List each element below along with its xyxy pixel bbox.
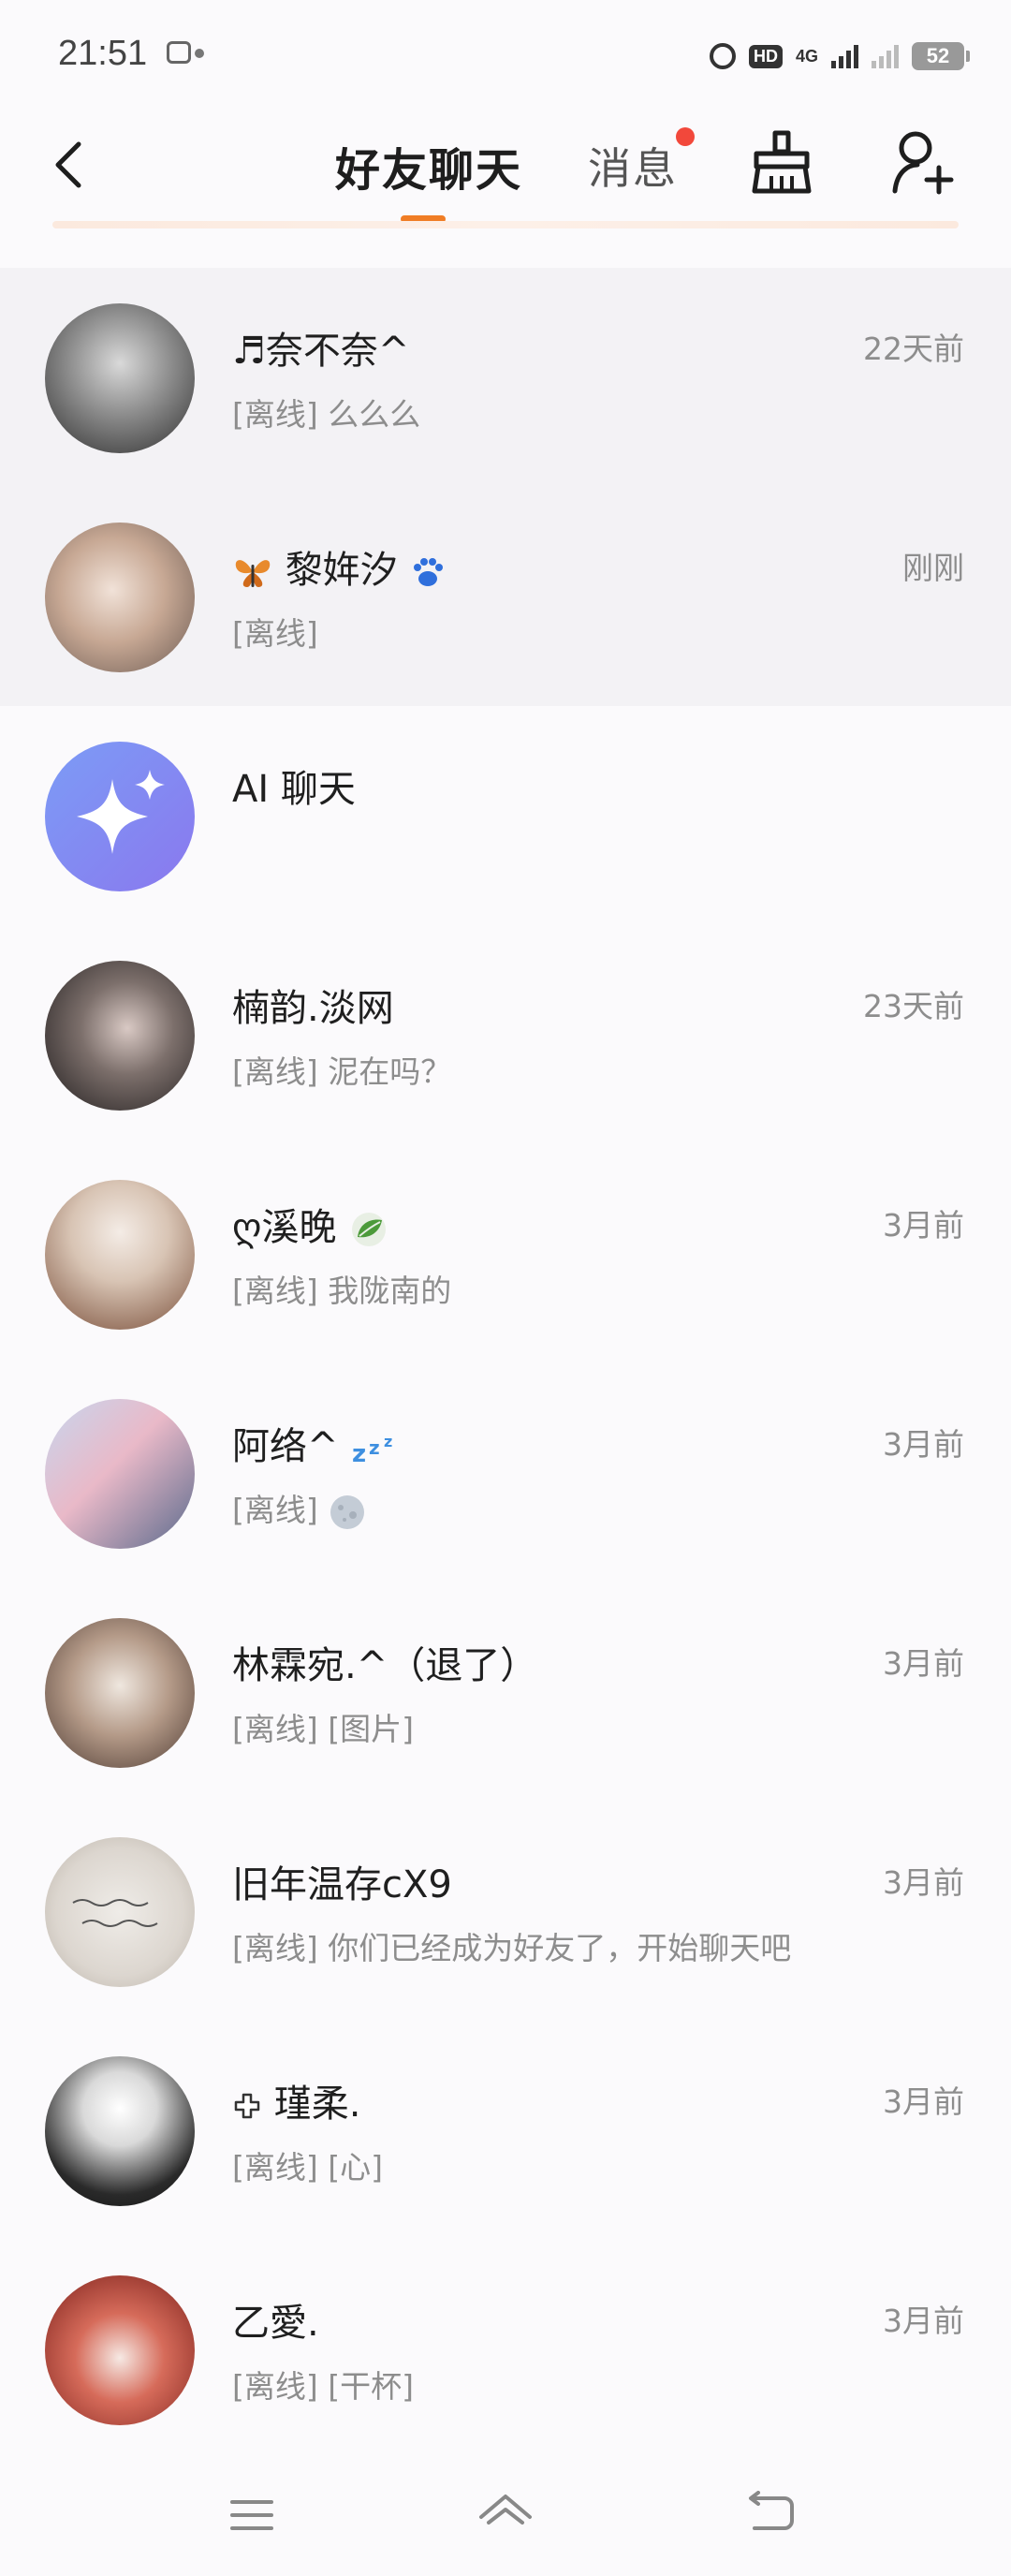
avatar xyxy=(45,303,195,453)
status-icons: HD 4G 52 xyxy=(709,37,970,75)
avatar xyxy=(45,1399,195,1549)
clean-broom-icon[interactable] xyxy=(749,124,814,199)
chat-item[interactable]: 阿络^ zzz 3月前 [离线] xyxy=(0,1363,1011,1582)
last-message-row: [离线] xyxy=(232,1485,367,1532)
status-time: 21:51 xyxy=(58,34,148,73)
ai-chat-avatar xyxy=(45,742,195,891)
avatar xyxy=(45,2056,195,2206)
butterfly-icon xyxy=(235,560,271,587)
last-message: [离线] 么么么 xyxy=(232,396,421,433)
paw-icon xyxy=(414,558,444,586)
chat-item[interactable]: 瑾柔. 3月前 [离线] [心] xyxy=(0,2021,1011,2240)
contact-name: 阿络^ xyxy=(232,1425,339,1468)
chat-time: 3月前 xyxy=(883,2303,964,2339)
avatar xyxy=(45,1618,195,1768)
chat-item[interactable]: 旧年温存cX9 3月前 [离线] 你们已经成为好友了，开始聊天吧 xyxy=(0,1802,1011,2021)
chat-list: ♬奈不奈^ 22天前 [离线] 么么么 黎姩汐 刚刚 [离线] AI 聊天 楠韵… xyxy=(0,268,1011,2459)
svg-text:z: z xyxy=(352,1440,366,1467)
chat-item[interactable]: 乙愛. 3月前 [离线] [干杯] xyxy=(0,2240,1011,2459)
last-message: [离线] [心] xyxy=(232,2149,383,2186)
add-friend-icon[interactable] xyxy=(889,124,955,199)
tab-friend-chat[interactable]: 好友聊天 xyxy=(335,133,522,199)
avatar xyxy=(45,523,195,672)
sparkle-icon xyxy=(77,770,165,854)
contact-name: 黎姩汐 xyxy=(285,549,398,592)
chat-item[interactable]: 黎姩汐 刚刚 [离线] xyxy=(0,487,1011,706)
signal-icon xyxy=(831,44,858,68)
chat-item[interactable]: 林霖宛.^（退了） 3月前 [离线] [图片] xyxy=(0,1582,1011,1802)
hd-icon: HD xyxy=(748,44,783,68)
avatar xyxy=(45,961,195,1111)
contact-name-row: ღ溪晚 xyxy=(232,1197,389,1251)
handwriting-text-image xyxy=(72,1899,158,1927)
moon-face-icon xyxy=(330,1494,365,1529)
chat-time: 23天前 xyxy=(863,988,964,1024)
unread-badge xyxy=(676,127,695,146)
contact-name-row: 瑾柔. xyxy=(232,2073,360,2127)
back-nav-icon[interactable] xyxy=(745,2491,798,2538)
back-arrow-icon[interactable] xyxy=(45,135,97,195)
avatar xyxy=(45,1837,195,1987)
last-message: [离线] xyxy=(232,615,318,652)
last-message: [离线] 泥在吗？ xyxy=(232,1053,452,1090)
last-message: [离线] 我陇南的 xyxy=(232,1273,452,1309)
chat-item-ai[interactable]: AI 聊天 xyxy=(0,706,1011,925)
avatar xyxy=(45,1180,195,1330)
leaf-icon xyxy=(352,1213,387,1246)
tab-messages[interactable]: 消息 xyxy=(588,135,678,197)
last-message: [离线] [图片] xyxy=(232,1711,414,1747)
avatar xyxy=(45,2275,195,2425)
contact-name: 林霖宛.^（退了） xyxy=(232,1644,538,1687)
home-icon[interactable] xyxy=(476,2489,535,2539)
chat-item[interactable]: ♬奈不奈^ 22天前 [离线] 么么么 xyxy=(0,268,1011,487)
system-nav-bar xyxy=(0,2453,1011,2576)
menu-icon[interactable] xyxy=(228,2496,275,2534)
last-message: [离线] xyxy=(232,1492,318,1528)
contact-name-row: 阿络^ zzz xyxy=(232,1416,401,1470)
chat-time: 3月前 xyxy=(883,2083,964,2120)
svg-text:z: z xyxy=(369,1436,380,1459)
top-nav: 好友聊天 消息 xyxy=(0,103,1011,262)
chat-time: 刚刚 xyxy=(902,550,964,586)
contact-name-row: 黎姩汐 xyxy=(232,539,447,594)
chat-time: 3月前 xyxy=(883,1207,964,1244)
chat-time: 3月前 xyxy=(883,1645,964,1682)
status-bar: 21:51 HD 4G 52 xyxy=(0,0,1011,103)
alarm-icon xyxy=(709,43,736,69)
contact-name: 楠韵.淡网 xyxy=(232,987,394,1030)
chat-time: 3月前 xyxy=(883,1864,964,1901)
network-label: 4G xyxy=(795,47,818,66)
chat-time: 22天前 xyxy=(863,331,964,367)
header-divider xyxy=(52,221,959,228)
contact-name: ღ溪晚 xyxy=(232,1206,337,1249)
notification-icon xyxy=(167,41,191,64)
chat-item[interactable]: ღ溪晚 3月前 [离线] 我陇南的 xyxy=(0,1144,1011,1363)
chat-time: 3月前 xyxy=(883,1426,964,1463)
notification-dot-icon xyxy=(195,49,204,58)
last-message: [离线] 你们已经成为好友了，开始聊天吧 xyxy=(232,1930,792,1966)
sleeping-zzz-icon: zzz xyxy=(352,1433,392,1467)
contact-name: 瑾柔. xyxy=(273,2083,361,2126)
cross-icon xyxy=(234,2093,260,2119)
chat-item[interactable]: 楠韵.淡网 23天前 [离线] 泥在吗？ xyxy=(0,925,1011,1144)
last-message: [离线] [干杯] xyxy=(232,2368,414,2405)
contact-name: ♬奈不奈^ xyxy=(232,330,410,373)
contact-name: 旧年温存cX9 xyxy=(232,1863,452,1906)
contact-name: 乙愛. xyxy=(232,2302,319,2345)
contact-name: AI 聊天 xyxy=(232,768,356,811)
signal-2-icon xyxy=(872,44,899,68)
svg-text:z: z xyxy=(384,1433,392,1450)
battery-icon: 52 xyxy=(912,42,970,70)
